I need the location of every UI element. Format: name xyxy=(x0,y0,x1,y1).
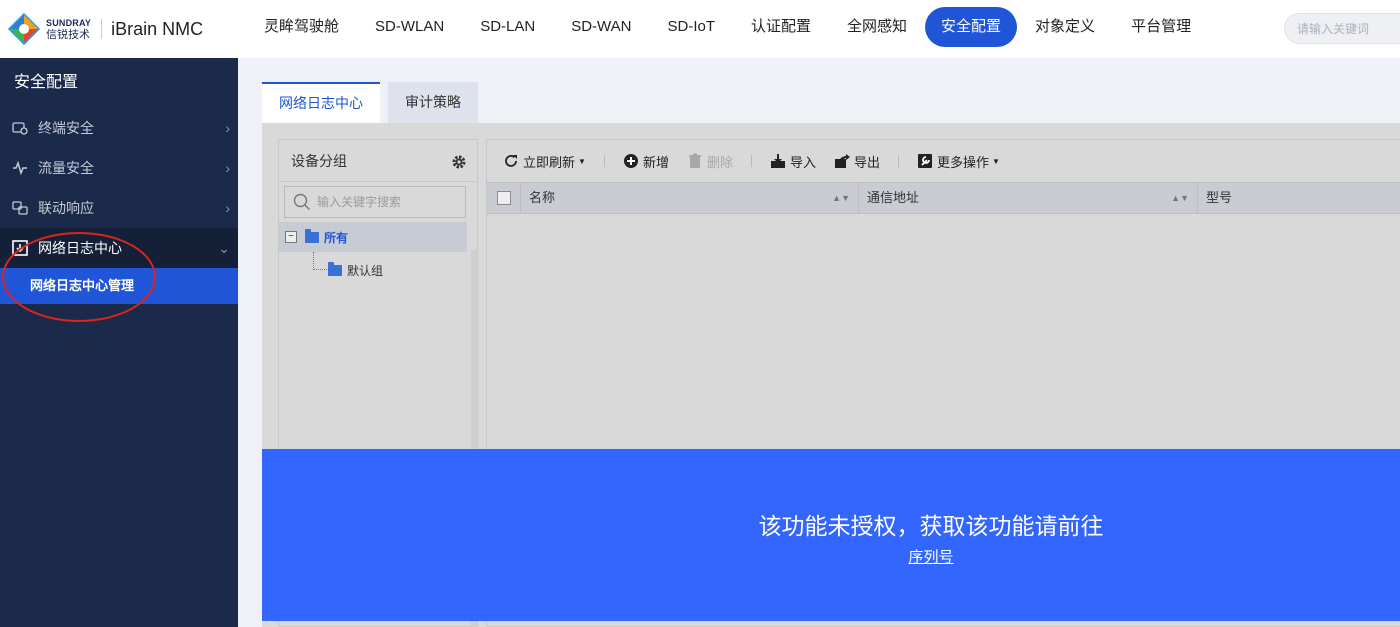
group-search-input[interactable] xyxy=(317,195,457,209)
trash-icon xyxy=(688,153,701,168)
nav-item-sd-lan[interactable]: SD-LAN xyxy=(462,7,553,47)
logo-text: SUNDRAY 信锐技术 xyxy=(46,17,91,41)
log-center-icon xyxy=(12,240,28,256)
tab-audit-policy[interactable]: 审计策略 xyxy=(388,82,478,123)
add-label: 新增 xyxy=(642,154,669,170)
sidebar-subitem-log-center-management[interactable]: 网络日志中心管理 xyxy=(0,268,238,304)
sidebar-item-log-center[interactable]: 网络日志中心 ⌄ xyxy=(0,228,238,268)
nav-item-security-config[interactable]: 安全配置 xyxy=(925,7,1018,47)
product-name: iBrain NMC xyxy=(111,18,204,39)
column-header-address[interactable]: 通信地址 ▲▼ xyxy=(859,182,1198,214)
sidebar-item-label: 终端安全 xyxy=(38,120,94,136)
logo-divider xyxy=(101,19,103,39)
sidebar-item-traffic-security[interactable]: 流量安全 › xyxy=(0,148,238,188)
tree-node-all[interactable]: − 所有 xyxy=(279,222,467,252)
toolbar-divider xyxy=(603,155,605,167)
logo-en-text: SUNDRAY xyxy=(46,18,92,28)
serial-number-link-row: 序列号 xyxy=(262,546,1400,567)
import-icon xyxy=(770,154,785,168)
table-toolbar: 立即刷新 ▼ 新增 删除 导入 导出 更多操作 ▼ xyxy=(487,140,1400,182)
collapse-toggle-icon[interactable]: − xyxy=(285,231,297,243)
chevron-down-icon: ⌄ xyxy=(218,240,230,256)
more-actions-label: 更多操作 xyxy=(937,154,990,170)
tab-bar: 网络日志中心 审计策略 xyxy=(262,82,486,123)
import-button[interactable]: 导入 xyxy=(770,152,816,171)
table-header: 名称 ▲▼ 通信地址 ▲▼ 型号 xyxy=(487,182,1400,214)
chevron-right-icon: › xyxy=(225,120,230,136)
checkbox-box xyxy=(496,191,511,205)
unauthorized-message: 该功能未授权，获取该功能请前往 xyxy=(758,513,1104,539)
sundray-logo-icon xyxy=(8,13,40,45)
folder-icon xyxy=(328,261,342,276)
nav-item-sd-iot[interactable]: SD-IoT xyxy=(649,7,733,47)
export-label: 导出 xyxy=(853,154,880,170)
more-actions-button[interactable]: 更多操作 ▼ xyxy=(917,152,1000,171)
tree-node-label: 所有 xyxy=(324,230,349,245)
sidebar-item-label: 联动响应 xyxy=(38,200,94,216)
caret-down-icon: ▼ xyxy=(992,156,1000,166)
gear-icon[interactable] xyxy=(451,154,467,170)
sidebar-item-label: 流量安全 xyxy=(38,160,94,176)
caret-down-icon: ▼ xyxy=(578,156,586,166)
search-icon xyxy=(293,193,310,210)
column-header-model[interactable]: 型号 xyxy=(1198,182,1400,214)
folder-icon xyxy=(305,228,319,243)
nav-item-network-awareness[interactable]: 全网感知 xyxy=(829,7,925,47)
terminal-security-icon xyxy=(12,122,28,135)
nav-item-sd-wan[interactable]: SD-WAN xyxy=(553,7,649,47)
column-header-label: 名称 xyxy=(529,190,556,205)
brand-logo[interactable]: SUNDRAY 信锐技术 iBrain NMC xyxy=(8,12,228,46)
delete-button[interactable]: 删除 xyxy=(687,152,733,171)
logo-cn-text: 信锐技术 xyxy=(46,29,90,41)
toolbar-divider xyxy=(750,155,752,167)
device-group-header: 设备分组 xyxy=(279,140,477,182)
tree-node-default-group[interactable]: 默认组 xyxy=(313,258,383,282)
linkage-icon xyxy=(12,201,28,215)
serial-number-link[interactable]: 序列号 xyxy=(908,549,953,566)
sidebar-item-terminal-security[interactable]: 终端安全 › xyxy=(0,108,238,148)
refresh-icon xyxy=(505,155,517,167)
export-icon xyxy=(834,154,850,168)
plus-circle-icon xyxy=(623,154,638,168)
column-header-label: 通信地址 xyxy=(867,190,920,205)
nav-item-platform-management[interactable]: 平台管理 xyxy=(1113,7,1209,47)
nav-item-auth-config[interactable]: 认证配置 xyxy=(733,7,829,47)
sidebar-item-linkage-response[interactable]: 联动响应 › xyxy=(0,188,238,228)
main-nav: 灵眸驾驶舱 SD-WLAN SD-LAN SD-WAN SD-IoT 认证配置 … xyxy=(246,7,1209,47)
chevron-right-icon: › xyxy=(225,160,230,176)
device-group-title: 设备分组 xyxy=(291,153,347,169)
delete-label: 删除 xyxy=(706,154,733,170)
nav-item-object-definition[interactable]: 对象定义 xyxy=(1017,7,1113,47)
sort-icon[interactable]: ▲▼ xyxy=(832,182,850,214)
wrench-icon xyxy=(918,154,932,168)
toolbar-divider xyxy=(898,155,899,167)
group-search-box[interactable] xyxy=(284,186,466,218)
nav-item-cockpit[interactable]: 灵眸驾驶舱 xyxy=(246,7,357,47)
unauthorized-banner: 该功能未授权，获取该功能请前往 序列号 xyxy=(262,449,1400,621)
sidebar-item-label: 网络日志中心 xyxy=(38,240,122,256)
sidebar: 安全配置 终端安全 › 流量安全 › 联动响应 › 网络日志中心 ⌄ 网络日志中… xyxy=(0,58,238,627)
sort-icon[interactable]: ▲▼ xyxy=(1171,182,1189,214)
top-bar: SUNDRAY 信锐技术 iBrain NMC 灵眸驾驶舱 SD-WLAN SD… xyxy=(0,0,1400,58)
refresh-button[interactable]: 立即刷新 ▼ xyxy=(503,152,586,171)
column-header-label: 型号 xyxy=(1206,190,1233,205)
global-search-input[interactable] xyxy=(1284,13,1400,44)
export-button[interactable]: 导出 xyxy=(834,152,880,171)
traffic-pulse-icon xyxy=(13,160,27,176)
tab-log-center[interactable]: 网络日志中心 xyxy=(262,82,380,123)
tree-node-label: 默认组 xyxy=(347,263,384,278)
nav-item-sd-wlan[interactable]: SD-WLAN xyxy=(357,7,462,47)
chevron-right-icon: › xyxy=(225,200,230,216)
refresh-label: 立即刷新 xyxy=(523,154,576,170)
import-label: 导入 xyxy=(789,154,816,170)
select-all-checkbox[interactable] xyxy=(487,182,521,214)
add-button[interactable]: 新增 xyxy=(623,152,669,171)
sidebar-title: 安全配置 xyxy=(14,74,79,91)
column-header-name[interactable]: 名称 ▲▼ xyxy=(521,182,859,214)
